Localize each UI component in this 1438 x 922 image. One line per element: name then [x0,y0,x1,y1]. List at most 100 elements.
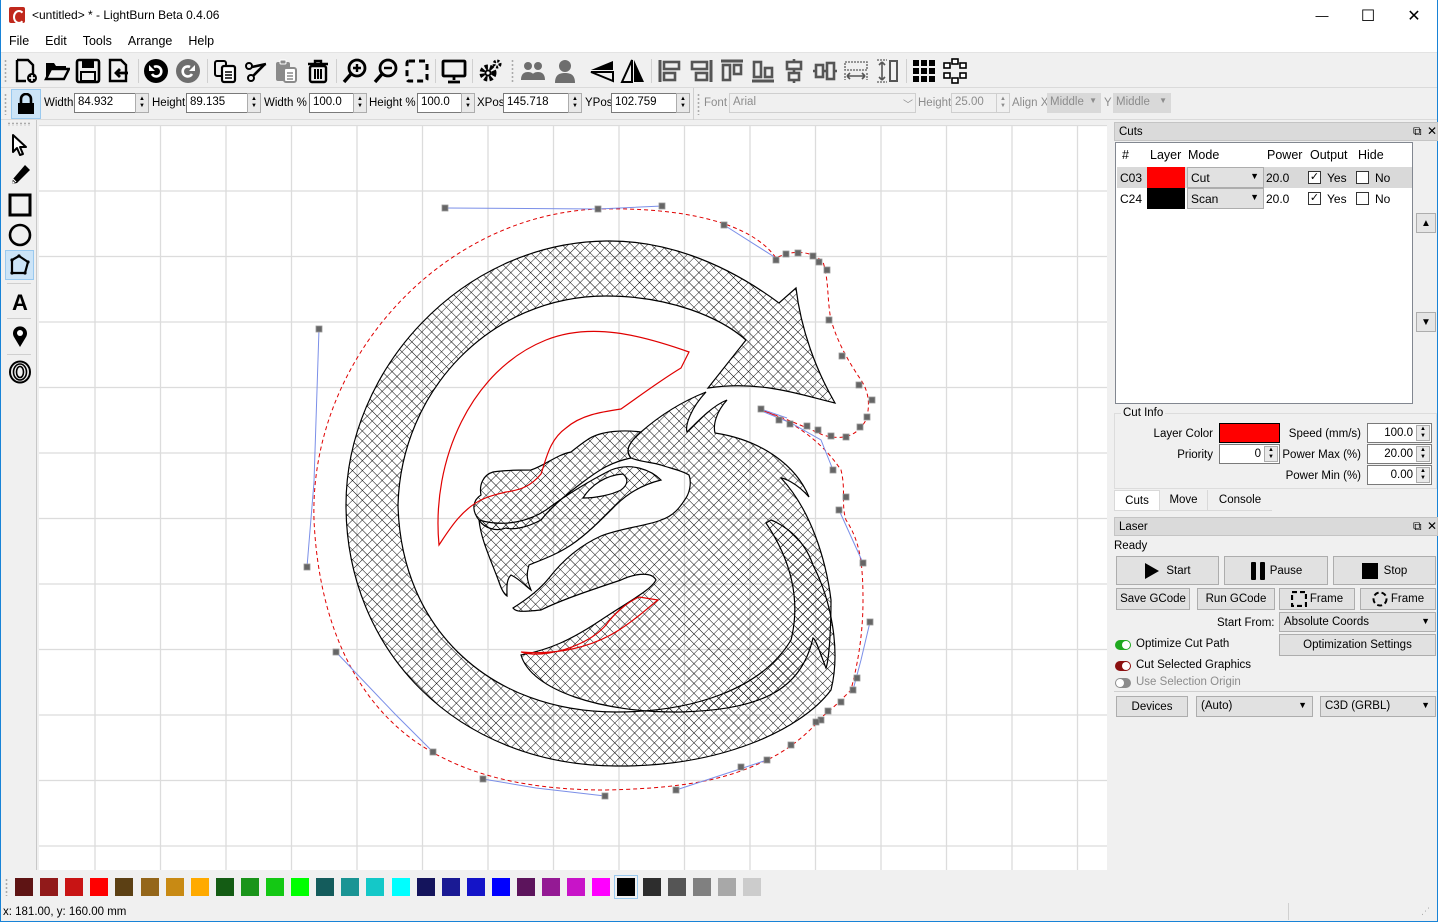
layer-color-swatch[interactable] [1219,423,1280,443]
path-node[interactable] [782,250,790,258]
output-checkbox[interactable]: ✓ [1308,192,1321,205]
align-x-select[interactable]: Middle ▼ [1047,93,1101,113]
path-node[interactable] [763,756,771,764]
palette-color-24[interactable] [614,875,639,899]
path-node[interactable] [658,202,666,210]
palette-color-05[interactable] [140,878,159,896]
open-file-button[interactable] [42,56,72,86]
close-panel-icon[interactable]: ✕ [1427,519,1437,533]
path-node[interactable] [786,420,794,428]
palette-color-00[interactable] [15,878,33,896]
undo-button[interactable] [141,56,171,86]
undock-icon[interactable]: ⧉ [1413,519,1422,534]
circular-array-button[interactable] [940,56,970,86]
width-percent-input[interactable]: 100.0 [309,93,354,113]
dragon-head-shape[interactable] [512,391,832,713]
start-button[interactable]: Start [1116,556,1219,585]
toolbar-grip[interactable] [4,59,7,83]
menu-help[interactable]: Help [180,31,222,52]
palette-color-17[interactable] [441,878,460,896]
path-node[interactable] [720,221,728,229]
move-layer-up-button[interactable]: ▲ [1416,213,1436,233]
path-node[interactable] [315,325,323,333]
path-node[interactable] [853,674,861,682]
import-button[interactable] [104,56,134,86]
path-node[interactable] [838,352,846,360]
path-node[interactable] [772,256,780,264]
device-select[interactable]: C3D (GRBL) ▼ [1320,696,1436,717]
palette-color-14[interactable] [366,878,385,896]
path-node[interactable] [429,748,437,756]
power-min-input[interactable]: 0.00 ▲ ▼ [1367,465,1432,485]
text-height-spinner[interactable]: ▲ ▼ [996,93,1010,113]
menu-arrange[interactable]: Arrange [120,31,180,52]
height-input[interactable]: 89.135 [186,93,248,113]
undock-icon[interactable]: ⧉ [1413,124,1422,139]
power-max-input[interactable]: 20.00 ▲ ▼ [1367,444,1432,464]
text-height-input[interactable]: 25.00 [951,93,997,113]
palette-color-21[interactable] [542,878,561,896]
grid-array-button[interactable] [909,56,939,86]
palette-color-09[interactable] [240,878,259,896]
move-layer-down-button[interactable]: ▼ [1416,312,1436,332]
layer-color-swatch[interactable] [1147,167,1185,188]
path-node[interactable] [672,786,680,794]
lock-aspect-button[interactable] [11,89,41,119]
width-spinner[interactable]: ▲ ▼ [135,93,149,113]
layer-color-swatch[interactable] [1147,188,1185,209]
save-gcode-button[interactable]: Save GCode [1116,588,1190,610]
path-node[interactable] [815,258,823,266]
palette-color-07[interactable] [190,878,209,896]
speed-spinner[interactable]: ▲ ▼ [1416,425,1430,441]
optimization-settings-button[interactable]: Optimization Settings [1279,634,1436,656]
copy-button[interactable] [210,56,240,86]
new-file-button[interactable] [11,56,41,86]
palette-color-28[interactable] [717,878,736,896]
path-node[interactable] [775,416,783,424]
port-select[interactable]: (Auto) ▼ [1196,696,1313,717]
flip-horizontal-button[interactable] [618,56,648,86]
path-node[interactable] [737,763,745,771]
path-node[interactable] [842,493,850,501]
align-bottom-button[interactable] [748,56,778,86]
path-node[interactable] [859,559,867,567]
tab-cuts[interactable]: Cuts [1114,490,1160,511]
menu-tools[interactable]: Tools [75,31,120,52]
palette-color-29[interactable] [742,878,761,896]
align-v-center-button[interactable] [810,56,840,86]
cut-button[interactable] [241,56,271,86]
delete-button[interactable] [303,56,333,86]
path-node[interactable] [332,648,340,656]
tool-set-origin[interactable] [5,321,34,351]
path-node[interactable] [824,707,832,715]
palette-color-11[interactable] [291,878,310,896]
palette-color-01[interactable] [40,878,59,896]
align-top-button[interactable] [717,56,747,86]
tab-console[interactable]: Console [1209,490,1271,511]
palette-color-23[interactable] [592,878,611,896]
path-node[interactable] [868,396,876,404]
flip-vertical-button[interactable] [587,56,617,86]
maximize-button[interactable]: ☐ [1345,0,1391,31]
align-left-button[interactable] [655,56,685,86]
palette-color-02[interactable] [65,878,84,896]
palette-color-25[interactable] [642,878,661,896]
palette-color-22[interactable] [567,878,586,896]
align-right-button[interactable] [686,56,716,86]
xpos-spinner[interactable]: ▲ ▼ [568,93,582,113]
palette-color-15[interactable] [391,878,410,896]
paste-button[interactable] [271,56,301,86]
cut-layer-row[interactable]: C24 Scan ▼ 20.0 ✓ Yes No [1117,188,1412,209]
close-panel-icon[interactable]: ✕ [1427,124,1437,138]
devices-button[interactable]: Devices [1116,696,1188,717]
redo-button[interactable] [173,56,203,86]
ungroup-button[interactable] [550,56,580,86]
ypos-spinner[interactable]: ▲ ▼ [676,93,690,113]
path-node[interactable] [787,741,795,749]
palette-color-12[interactable] [316,878,335,896]
path-node[interactable] [849,686,857,694]
palette-color-18[interactable] [466,878,485,896]
ypos-input[interactable]: 102.759 [611,93,677,113]
path-node[interactable] [856,423,864,431]
path-node[interactable] [842,433,850,441]
